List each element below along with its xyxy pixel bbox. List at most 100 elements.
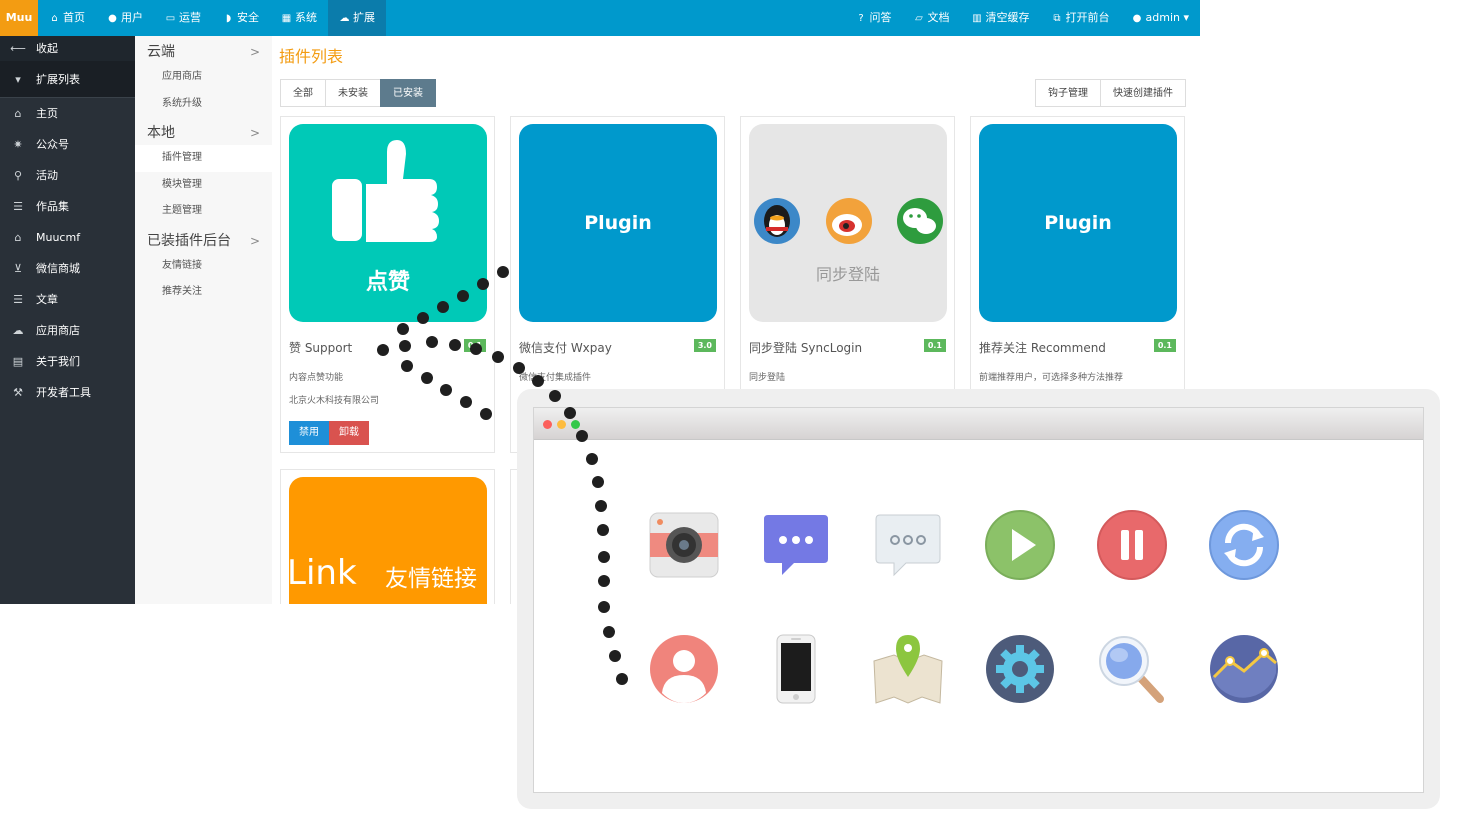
cloud-download-icon: ☁ [12, 324, 24, 337]
trash-icon: ▥ [972, 13, 982, 24]
settings-icon[interactable] [984, 633, 1056, 705]
cart-icon: ⊻ [13, 262, 23, 275]
plugin-thumbnail-text: 同步登陆 [815, 265, 880, 284]
top-navbar: Muu ⌂ 首页 ● 用户 ▭ 运营 ◗ 安全 ▦ 系统 ☁ 扩展 ? 问答 ▱ 文档 ▥ 清空缓… [0, 0, 1200, 36]
chat-bubble-purple-icon[interactable] [760, 509, 832, 581]
sidebar-item-extension-list[interactable]: ▾ 扩展列表 [0, 61, 135, 98]
subnav-item-system-upgrade[interactable]: 系统升级 [135, 91, 272, 118]
plugin-description: 内容点赞功能 [289, 373, 344, 383]
qq-icon [754, 198, 800, 244]
maximize-icon[interactable] [571, 420, 580, 429]
user-icon: ● [108, 13, 117, 24]
chat-bubble-gray-icon[interactable] [872, 509, 944, 581]
sidebar-item-wechat-mall[interactable]: ⊻ 微信商城 [0, 253, 135, 284]
weibo-icon [826, 198, 872, 244]
plugin-thumbnail-text: 点赞 [365, 270, 410, 295]
wrench-icon: ⚒ [13, 386, 23, 399]
subnav-group-installed-plugins[interactable]: 已装插件后台 > [135, 225, 272, 253]
sidebar-item-muucmf[interactable]: ⌂ Muucmf [0, 222, 135, 253]
map-marker-icon: ⚲ [13, 169, 23, 182]
plugin-thumbnail[interactable]: 点赞 [289, 124, 487, 322]
chart-icon[interactable] [1208, 633, 1280, 705]
nav-open-frontend[interactable]: ⧉ 打开前台 [1041, 0, 1121, 36]
play-icon[interactable] [984, 509, 1056, 581]
tab-not-installed[interactable]: 未安装 [325, 79, 381, 107]
plugin-card: Link 友情链接 [280, 469, 495, 604]
plugin-thumbnail-text: 友情链接 [385, 566, 477, 592]
shield-icon: ◗ [225, 13, 232, 24]
subnav-group-cloud[interactable]: 云端 > [135, 36, 272, 64]
sidebar-item-home[interactable]: ⌂ 主页 [0, 98, 135, 129]
version-badge: 0.1 [923, 339, 946, 352]
phone-icon[interactable] [760, 633, 832, 705]
sidebar-item-articles[interactable]: ☰ 文章 [0, 284, 135, 315]
sidebar-item-portfolio[interactable]: ☰ 作品集 [0, 191, 135, 222]
browser-window [533, 407, 1424, 793]
plugin-author: 北京火木科技有限公司 [289, 396, 380, 406]
plugin-description: 微信支付集成插件 [519, 373, 592, 383]
nav-home[interactable]: ⌂ 首页 [38, 0, 96, 36]
logo[interactable]: Muu [0, 0, 38, 36]
nav-admin-menu[interactable]: ● admin ▾ [1121, 0, 1201, 36]
caret-down-icon: ▾ [15, 73, 21, 86]
nav-qa[interactable]: ? 问答 [845, 0, 903, 36]
sidebar-item-dev-tools[interactable]: ⚒ 开发者工具 [0, 377, 135, 408]
plugin-thumbnail[interactable]: Link 友情链接 [289, 477, 487, 604]
file-icon: ▤ [12, 355, 24, 368]
filter-tabs: 全部 未安装 已安装 [280, 79, 436, 107]
gear-icon: ✷ [13, 138, 23, 151]
sidebar-collapse[interactable]: ⟵ 收起 [0, 36, 135, 61]
camera-icon[interactable] [648, 509, 720, 581]
plugin-title: 赞 Support [289, 341, 353, 355]
subnav-item-module-management[interactable]: 模块管理 [135, 172, 272, 199]
laptop-icon: ▭ [165, 13, 176, 24]
sidebar-item-app-store[interactable]: ☁ 应用商店 [0, 315, 135, 346]
nav-operations[interactable]: ▭ 运营 [154, 0, 212, 36]
refresh-icon[interactable] [1208, 509, 1280, 581]
plugin-thumbnail[interactable]: Plugin [519, 124, 717, 322]
main-nav: ⌂ 首页 ● 用户 ▭ 运营 ◗ 安全 ▦ 系统 ☁ 扩展 [38, 0, 386, 36]
magnifier-icon[interactable] [1096, 633, 1168, 705]
minimize-icon[interactable] [557, 420, 566, 429]
nav-clear-cache[interactable]: ▥ 清空缓存 [961, 0, 1041, 36]
external-link-icon: ⧉ [1053, 13, 1061, 24]
toolbar: 钩子管理 快速创建插件 [1035, 79, 1186, 107]
tab-installed[interactable]: 已安装 [380, 79, 436, 107]
question-icon: ? [858, 13, 864, 24]
contact-icon[interactable] [648, 633, 720, 705]
hook-management-button[interactable]: 钩子管理 [1035, 79, 1101, 107]
subnav-item-recommend[interactable]: 推荐关注 [135, 279, 272, 306]
sub-navigation: 云端 > 应用商店 系统升级 本地 > 插件管理 模块管理 主题管理 已装插件后台 >… [135, 36, 272, 604]
pause-icon[interactable] [1096, 509, 1168, 581]
plugin-title: 同步登陆 SyncLogin [749, 341, 863, 355]
uninstall-button[interactable]: 卸载 [329, 421, 369, 445]
subnav-item-theme-management[interactable]: 主题管理 [135, 198, 272, 225]
nav-users[interactable]: ● 用户 [96, 0, 154, 36]
nav-extensions[interactable]: ☁ 扩展 [328, 0, 386, 36]
quick-create-plugin-button[interactable]: 快速创建插件 [1100, 79, 1186, 107]
sidebar-item-events[interactable]: ⚲ 活动 [0, 160, 135, 191]
home-icon: ⌂ [51, 13, 58, 24]
plugin-title: 微信支付 Wxpay [519, 341, 612, 355]
wechat-icon [897, 198, 943, 244]
nav-docs[interactable]: ▱ 文档 [903, 0, 961, 36]
plugin-thumbnail[interactable]: 同步登陆 [749, 124, 947, 322]
sidebar-item-about[interactable]: ▤ 关于我们 [0, 346, 135, 377]
disable-button[interactable]: 禁用 [289, 421, 329, 445]
nav-security[interactable]: ◗ 安全 [212, 0, 270, 36]
browser-titlebar [534, 408, 1423, 440]
social-login-icons [754, 198, 943, 244]
plugin-description: 前端推荐用户，可选择多种方法推荐 [979, 373, 1124, 383]
list-icon: ☰ [13, 200, 23, 213]
sidebar-item-official-account[interactable]: ✷ 公众号 [0, 129, 135, 160]
subnav-group-local[interactable]: 本地 > [135, 117, 272, 145]
close-icon[interactable] [543, 420, 552, 429]
map-pin-icon[interactable] [872, 633, 944, 705]
right-nav: ? 问答 ▱ 文档 ▥ 清空缓存 ⧉ 打开前台 ● admin ▾ [845, 0, 1201, 36]
plugin-card: 点赞 赞 Support 0.1 内容点赞功能 北京火木科技有限公司 禁用 卸载 [280, 116, 495, 453]
plugin-thumbnail[interactable]: Plugin [979, 124, 1177, 322]
nav-system[interactable]: ▦ 系统 [270, 0, 328, 36]
chevron-right-icon: > [249, 126, 260, 140]
tab-all[interactable]: 全部 [280, 79, 326, 107]
version-badge: 0.1 [463, 339, 486, 352]
